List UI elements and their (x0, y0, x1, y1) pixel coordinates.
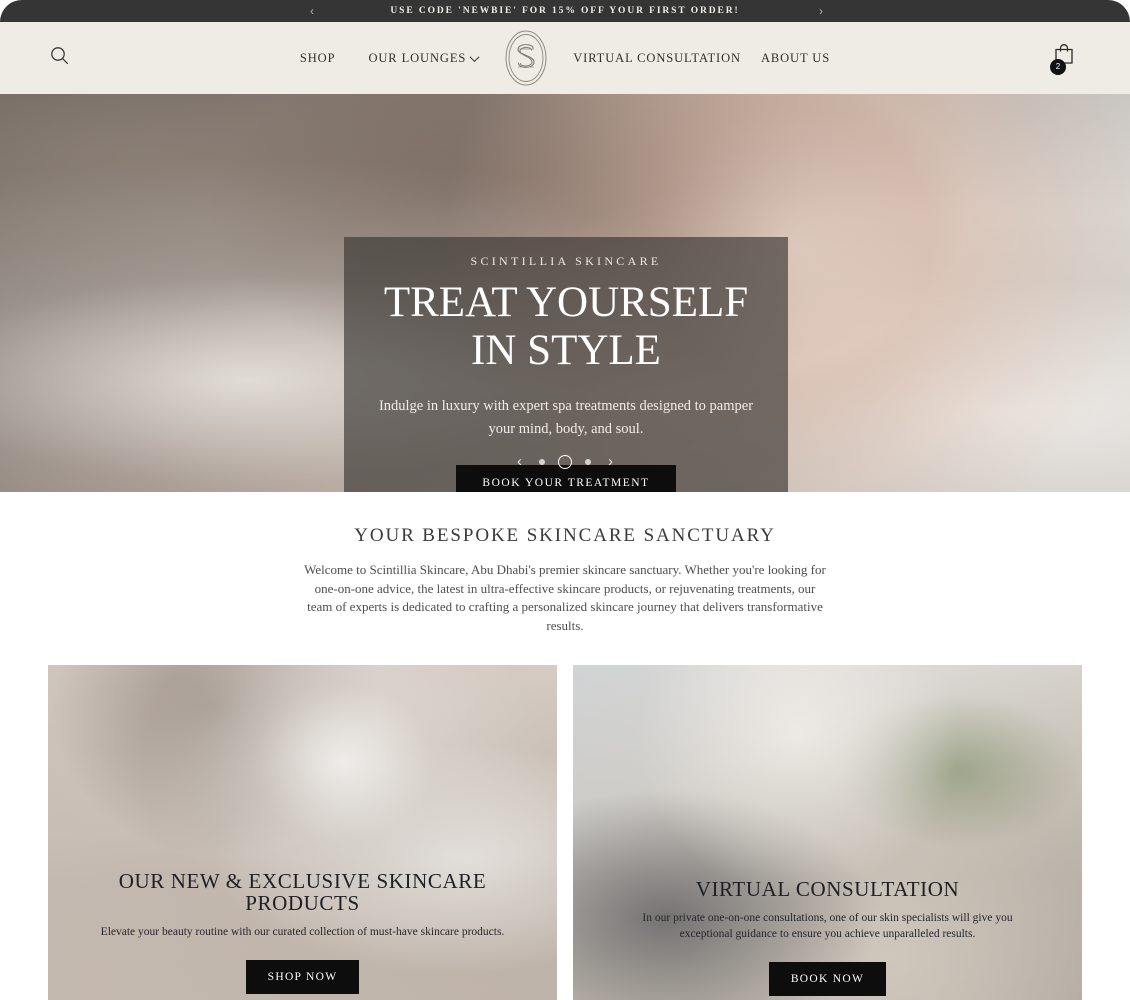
site-header: SHOP OUR LOUNGES VIRTUAL CONSULTATION AB… (0, 22, 1130, 94)
promo-cards: OUR NEW & EXCLUSIVE SKINCARE PRODUCTS El… (0, 665, 1130, 1000)
chevron-down-icon (469, 51, 480, 62)
nav-item-our-lounges-label: OUR LOUNGES (368, 50, 467, 65)
announcement-prev-icon[interactable]: ‹ (310, 5, 314, 17)
intro-paragraph: Welcome to Scintillia Skincare, Abu Dhab… (304, 562, 826, 633)
promo-consultation-title: VIRTUAL CONSULTATION (695, 877, 960, 901)
hero-subtitle: Indulge in luxury with expert spa treatm… (378, 398, 754, 437)
intro-section: YOUR BESPOKE SKINCARE SANCTUARY Welcome … (0, 492, 1130, 635)
intro-title: YOUR BESPOKE SKINCARE SANCTUARY (354, 525, 776, 546)
hero-carousel-controls: ‹ › (0, 453, 1130, 470)
nav-item-our-lounges[interactable]: OUR LOUNGES (368, 50, 480, 66)
announcement-text: USE CODE 'NEWBIE' FOR 15% OFF YOUR FIRST… (390, 6, 740, 16)
announcement-bar: ‹ USE CODE 'NEWBIE' FOR 15% OFF YOUR FIR… (0, 0, 1130, 22)
nav-item-virtual-consultation-label: VIRTUAL CONSULTATION (573, 50, 741, 65)
promo-consultation-text: In our private one-on-one consultations,… (642, 912, 1013, 940)
nav-left-group: SHOP OUR LOUNGES (300, 50, 480, 66)
hero-eyebrow: SCINTILLIA SKINCARE (470, 254, 662, 268)
carousel-dot-3[interactable] (585, 458, 591, 465)
main-navigation: SHOP OUR LOUNGES VIRTUAL CONSULTATION AB… (0, 27, 1130, 89)
nav-right-group: VIRTUAL CONSULTATION ABOUT US (573, 51, 830, 66)
hero-carousel: SCINTILLIA SKINCARE TREAT YOURSELF IN ST… (0, 94, 1130, 492)
cart-button[interactable]: 2 (1050, 41, 1085, 75)
cart-count-badge: 2 (1050, 59, 1066, 75)
carousel-next-icon[interactable]: › (604, 453, 617, 470)
nav-item-shop[interactable]: SHOP (300, 51, 336, 66)
carousel-prev-icon[interactable]: ‹ (513, 453, 526, 470)
nav-item-virtual-consultation[interactable]: VIRTUAL CONSULTATION (573, 51, 741, 66)
shop-now-button[interactable]: SHOP NOW (245, 960, 360, 994)
logo-monogram-icon (505, 30, 547, 86)
nav-item-shop-label: SHOP (299, 50, 336, 65)
promo-consultation-content: VIRTUAL CONSULTATION In our private one-… (573, 665, 1082, 996)
promo-products-content: OUR NEW & EXCLUSIVE SKINCARE PRODUCTS El… (48, 665, 557, 994)
carousel-dot-1[interactable] (539, 458, 545, 465)
book-now-button[interactable]: BOOK NOW (768, 962, 887, 996)
page-root: ‹ USE CODE 'NEWBIE' FOR 15% OFF YOUR FIR… (0, 0, 1130, 1000)
hero-title: TREAT YOURSELF IN STYLE (383, 279, 749, 374)
promo-products-title: OUR NEW & EXCLUSIVE SKINCARE PRODUCTS (118, 869, 487, 915)
carousel-dot-2-active[interactable] (558, 454, 572, 469)
nav-item-about-us-label: ABOUT US (760, 50, 831, 65)
announcement-next-icon[interactable]: › (819, 5, 823, 17)
nav-item-about-us[interactable]: ABOUT US (761, 51, 830, 66)
promo-card-products[interactable]: OUR NEW & EXCLUSIVE SKINCARE PRODUCTS El… (48, 665, 557, 1000)
promo-card-consultation[interactable]: VIRTUAL CONSULTATION In our private one-… (573, 665, 1082, 1000)
promo-products-text: Elevate your beauty routine with our cur… (100, 926, 505, 938)
site-logo[interactable] (502, 27, 550, 89)
